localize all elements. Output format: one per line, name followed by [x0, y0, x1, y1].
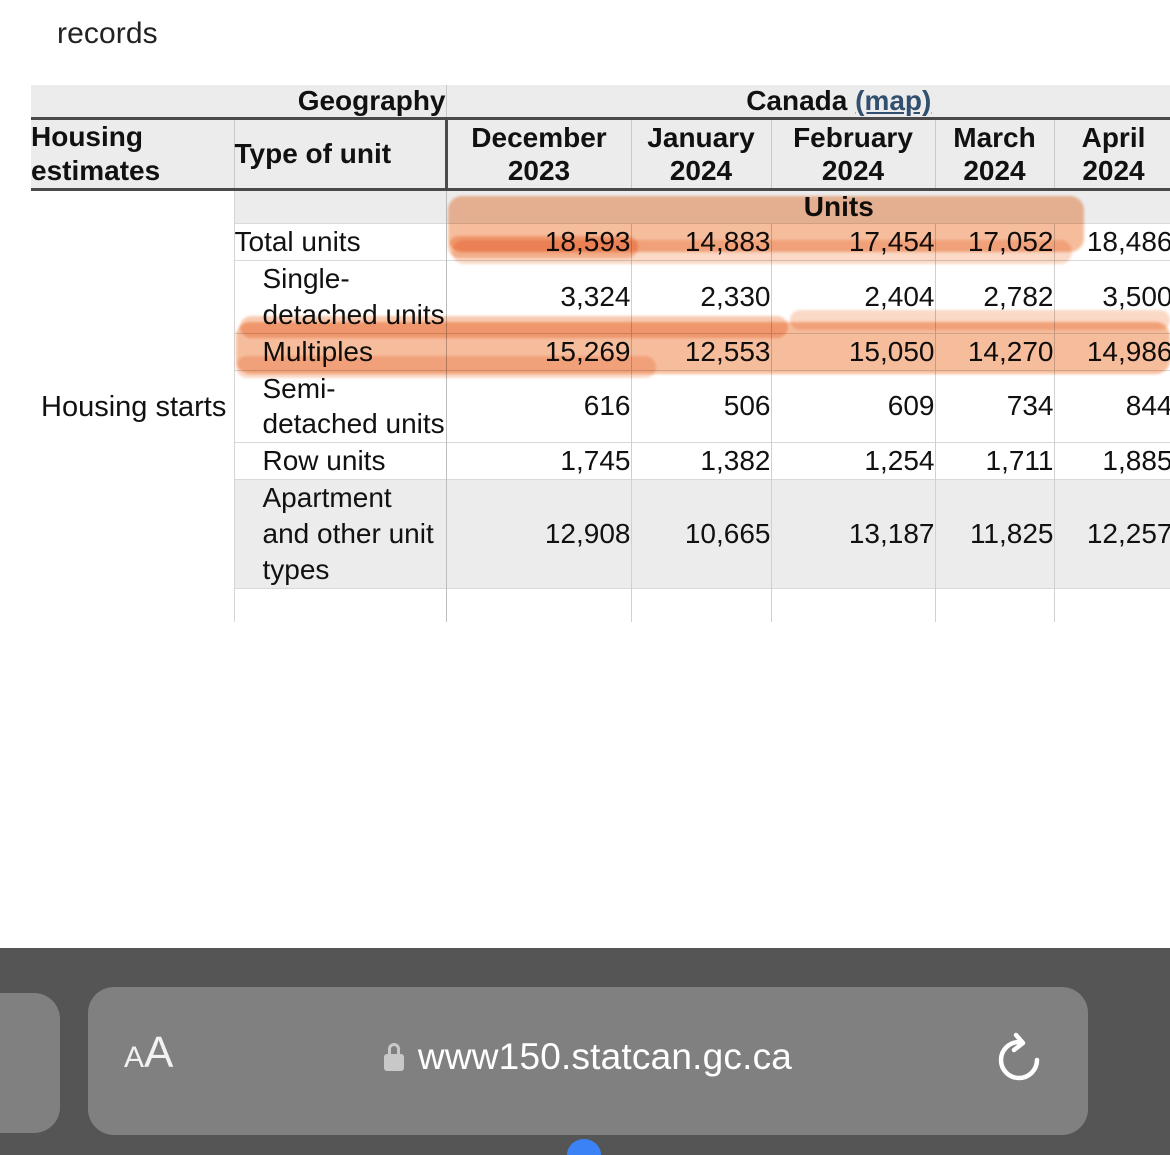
month-year: 2024 [821, 155, 885, 187]
map-link[interactable]: (map) [855, 85, 931, 116]
data-table-container[interactable]: Geography Canada (map) Housing estimates… [31, 85, 1170, 623]
row-group-label: Housing starts [41, 390, 227, 423]
cell-total-units-jan2024: 14,883 [630, 223, 771, 261]
cell-apartment-mar2024: 11,825 [934, 479, 1054, 589]
row-label-multiples: Multiples [234, 332, 447, 371]
cell-apartment-feb2024: 13,187 [770, 479, 935, 589]
row-group-housing-starts: Housing starts [31, 189, 235, 623]
cell-apartment-apr2024: 12,257 [1053, 479, 1170, 589]
cell-single-detached-dec2023: 3,324 [445, 260, 631, 334]
cell-apartment-jan2024: 10,665 [630, 479, 771, 589]
browser-tab-previous[interactable] [0, 993, 60, 1133]
type-of-unit-header: Type of unit [234, 118, 448, 192]
cell-row-units-apr2024: 1,885 [1053, 442, 1170, 480]
cell-row-units-feb2024: 1,254 [770, 442, 935, 480]
row-label-total-units: Total units [234, 223, 447, 261]
safari-toolbar: AA www150.statcan.gc.ca [0, 948, 1170, 1155]
units-band-row: Housing starts Units [31, 189, 1170, 623]
cell-row-units-mar2024: 1,711 [934, 442, 1054, 480]
cell-apartment-dec2023: 12,908 [445, 479, 631, 589]
month-name: February [793, 121, 913, 153]
month-name: April [1081, 121, 1146, 153]
cell-total-units-dec2023: 18,593 [445, 223, 631, 261]
cell-multiples-jan2024: 12,553 [630, 332, 771, 371]
table-header-months-row: Housing estimates Type of unit December … [31, 118, 1170, 192]
month-name: March [953, 121, 1036, 153]
cell-multiples-dec2023: 15,269 [445, 332, 631, 371]
cell-semi-detached-jan2024: 506 [630, 369, 771, 443]
url-text: www150.statcan.gc.ca [417, 1036, 793, 1077]
url-bar[interactable]: AA www150.statcan.gc.ca [88, 987, 1088, 1135]
month-year: 2023 [507, 155, 571, 187]
cell-row-units-jan2024: 1,382 [630, 442, 771, 480]
row-label-row-units: Row units [234, 442, 447, 480]
column-header-december-2023: December 2023 [445, 118, 631, 192]
cell-partial [1053, 587, 1170, 623]
reload-button[interactable] [990, 1031, 1048, 1089]
housing-estimates-header: Housing estimates [31, 118, 235, 192]
cell-single-detached-mar2024: 2,782 [934, 260, 1054, 334]
screenshot-root: records Geography Canada (map) Housing e… [0, 0, 1170, 1155]
geography-header-label: Geography [31, 85, 446, 120]
row-label-semi-detached-units: Semi-detached units [234, 369, 447, 443]
toolbar-icon-peek[interactable] [567, 1139, 601, 1155]
lock-icon [383, 1043, 404, 1071]
cell-single-detached-apr2024: 3,500 [1053, 260, 1170, 334]
cell-single-detached-jan2024: 2,330 [630, 260, 771, 334]
cell-semi-detached-dec2023: 616 [445, 369, 631, 443]
cell-multiples-feb2024: 15,050 [770, 332, 935, 371]
units-band-label: Units [445, 189, 1170, 224]
cell-row-units-dec2023: 1,745 [445, 442, 631, 480]
month-name: January [647, 121, 755, 153]
row-label-single-detached-units: Single-detached units [234, 260, 447, 334]
geography-value-text: Canada [746, 85, 848, 116]
cell-partial [934, 587, 1054, 623]
units-band-spacer [234, 189, 447, 224]
table-header-geography-row: Geography Canada (map) [31, 85, 1170, 120]
geography-value-cell: Canada (map) [445, 85, 1170, 120]
row-label-partial [234, 587, 447, 623]
cell-total-units-feb2024: 17,454 [770, 223, 935, 261]
cell-multiples-apr2024: 14,986 [1053, 332, 1170, 371]
page-preamble-text: records [57, 17, 158, 50]
column-header-january-2024: January 2024 [630, 118, 771, 192]
cell-partial [770, 587, 935, 623]
reload-icon [998, 1032, 1040, 1081]
month-year: 2024 [669, 155, 733, 187]
cell-semi-detached-feb2024: 609 [770, 369, 935, 443]
cell-semi-detached-mar2024: 734 [934, 369, 1054, 443]
month-year: 2024 [963, 155, 1026, 187]
cell-total-units-apr2024: 18,486 [1053, 223, 1170, 261]
cell-single-detached-feb2024: 2,404 [770, 260, 935, 334]
row-label-apartment-and-other-unit-types: Apartment and other unit types [234, 479, 447, 589]
cell-multiples-mar2024: 14,270 [934, 332, 1054, 371]
month-year: 2024 [1082, 155, 1145, 187]
month-name: December [471, 121, 607, 153]
column-header-february-2024: February 2024 [770, 118, 935, 192]
column-header-march-2024: March 2024 [934, 118, 1054, 192]
cell-total-units-mar2024: 17,052 [934, 223, 1054, 261]
url-display[interactable]: www150.statcan.gc.ca [88, 1036, 1088, 1078]
cell-partial [630, 587, 771, 623]
housing-estimates-table: Geography Canada (map) Housing estimates… [31, 85, 1170, 623]
column-header-april-2024: April 2024 [1053, 118, 1170, 192]
cell-partial [445, 587, 631, 623]
cell-semi-detached-apr2024: 844 [1053, 369, 1170, 443]
